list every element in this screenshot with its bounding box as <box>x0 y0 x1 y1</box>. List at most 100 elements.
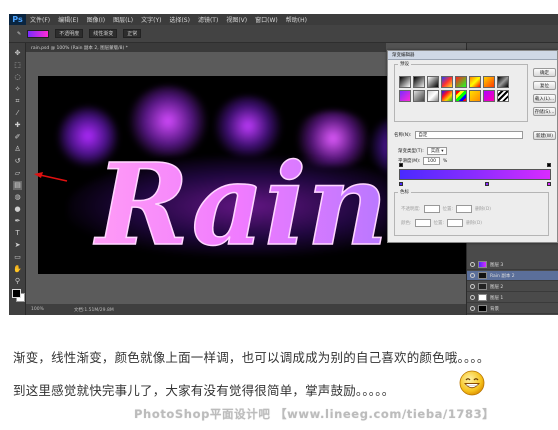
eye-icon[interactable] <box>470 284 475 289</box>
smoothness-field[interactable]: 100 <box>423 157 441 165</box>
smoothness-row: 平滑度(M): 100 % <box>398 157 447 165</box>
healing-tool-icon[interactable]: ✚ <box>13 121 22 130</box>
type-tool-icon[interactable]: T <box>13 229 22 238</box>
marquee-tool-icon[interactable]: ⬚ <box>13 61 22 70</box>
stop-location-label: 位置: <box>442 207 454 212</box>
preset-swatch[interactable] <box>427 90 439 102</box>
preset-swatch[interactable] <box>441 76 453 88</box>
preset-swatch[interactable] <box>455 76 467 88</box>
preset-swatch[interactable] <box>497 76 509 88</box>
foreground-color-swatch[interactable] <box>12 289 21 298</box>
preset-swatches <box>399 76 521 102</box>
stop-opacity-field[interactable] <box>423 205 440 213</box>
eye-icon[interactable] <box>470 262 475 267</box>
history-brush-tool-icon[interactable]: ↺ <box>13 157 22 166</box>
opacity-field[interactable]: 不透明度 <box>55 29 84 38</box>
color-stop-left[interactable] <box>399 182 403 186</box>
color-delete-button[interactable]: 删除(D) <box>466 220 482 226</box>
preset-swatch[interactable] <box>427 76 439 88</box>
save-button[interactable]: 存储(S)... <box>533 107 556 116</box>
preset-swatch[interactable] <box>413 90 425 102</box>
menu-file[interactable]: 文件(F) <box>26 15 54 24</box>
color-stop-right[interactable] <box>547 182 551 186</box>
menu-layer[interactable]: 图层(L) <box>109 15 137 24</box>
opacity-stop-left[interactable] <box>399 163 403 167</box>
stop-opacity-label: 不透明度: <box>401 207 421 212</box>
preset-swatch[interactable] <box>469 90 481 102</box>
blend-mode-select[interactable]: 正常 <box>123 29 142 38</box>
reset-button[interactable]: 复位 <box>533 81 556 90</box>
eraser-tool-icon[interactable]: ▱ <box>13 169 22 178</box>
brush-icon[interactable]: ✎ <box>17 31 21 37</box>
shape-tool-icon[interactable]: ▭ <box>13 253 22 262</box>
zoom-level[interactable]: 100% <box>31 307 44 312</box>
preset-swatch[interactable] <box>469 76 481 88</box>
opacity-stop-right[interactable] <box>547 163 551 167</box>
stop-location-field[interactable] <box>456 205 473 213</box>
preset-swatch[interactable] <box>441 90 453 102</box>
eye-icon[interactable] <box>470 295 475 300</box>
preset-swatch[interactable] <box>455 90 467 102</box>
gradient-type-row: 渐变类型(T): 实底 ▾ <box>398 147 448 155</box>
dialog-title: 渐变编辑器 <box>388 51 557 60</box>
move-tool-icon[interactable]: ✥ <box>13 49 22 58</box>
load-button[interactable]: 载入(L)... <box>533 94 556 103</box>
new-button[interactable]: 新建(W) <box>533 131 556 140</box>
pen-tool-icon[interactable]: ✒ <box>13 217 22 226</box>
layer-row[interactable]: Rain 副本 2 <box>467 271 558 281</box>
eyedropper-tool-icon[interactable]: ⁄ <box>13 109 22 118</box>
document-tab[interactable]: rain.psd @ 100% (Rain 副本 2, 图层蒙版/8) * <box>26 43 386 52</box>
preset-swatch[interactable] <box>483 76 495 88</box>
menu-view[interactable]: 视图(V) <box>222 15 251 24</box>
layer-thumbnail <box>478 294 487 301</box>
blur-tool-icon[interactable]: ◍ <box>13 193 22 202</box>
watermark: PhotoShop平面设计吧 【www.lineeg.com/tieba/178… <box>134 407 495 421</box>
gradient-tool-icon[interactable]: ▤ <box>13 181 22 190</box>
gradient-type-select[interactable]: 线性渐变 <box>89 29 118 38</box>
color-location-label: 位置: <box>433 221 445 226</box>
layer-row[interactable]: 背景 <box>467 304 558 314</box>
ok-button[interactable]: 确定 <box>533 68 556 77</box>
dodge-tool-icon[interactable]: ● <box>13 205 22 214</box>
brush-tool-icon[interactable]: ✐ <box>13 133 22 142</box>
preset-swatch[interactable] <box>399 76 411 88</box>
zoom-tool-icon[interactable]: ⚲ <box>13 277 22 286</box>
quick-select-tool-icon[interactable]: ✧ <box>13 85 22 94</box>
stop-color-field[interactable] <box>414 219 431 227</box>
menu-window[interactable]: 窗口(W) <box>251 15 282 24</box>
preset-swatch[interactable] <box>497 90 509 102</box>
grinning-smiley-icon <box>459 370 485 396</box>
name-field[interactable]: 自定 <box>415 131 524 139</box>
layer-thumbnail <box>478 283 487 290</box>
menu-filter[interactable]: 滤镜(T) <box>194 15 222 24</box>
layer-row[interactable]: 图层 2 <box>467 282 558 292</box>
color-location-field[interactable] <box>447 219 464 227</box>
preset-swatch[interactable] <box>399 90 411 102</box>
menu-help[interactable]: 帮助(H) <box>282 15 311 24</box>
gradient-swatch[interactable] <box>27 29 50 38</box>
stamp-tool-icon[interactable]: ♙ <box>13 145 22 154</box>
layer-name: 图层 3 <box>490 262 504 268</box>
preset-swatch[interactable] <box>413 76 425 88</box>
preset-swatch[interactable] <box>483 90 495 102</box>
menu-edit[interactable]: 编辑(E) <box>54 15 82 24</box>
layers-panel: 图层 3 Rain 副本 2 图层 2 图层 1 背景 <box>467 260 558 315</box>
stop-color-label: 颜色: <box>401 221 412 226</box>
path-select-tool-icon[interactable]: ➤ <box>13 241 22 250</box>
eye-icon[interactable] <box>470 306 475 311</box>
gradient-preview-bar[interactable] <box>399 169 551 180</box>
crop-tool-icon[interactable]: ⌗ <box>13 97 22 106</box>
stop-delete-button[interactable]: 删除(D) <box>475 206 491 212</box>
layer-thumbnail <box>478 261 487 268</box>
menu-image[interactable]: 图像(I) <box>83 15 109 24</box>
name-row: 名称(N): 自定 <box>394 131 524 139</box>
menu-type[interactable]: 文字(Y) <box>137 15 165 24</box>
gradient-type-select[interactable]: 实底 ▾ <box>426 147 448 155</box>
layer-row[interactable]: 图层 3 <box>467 260 558 270</box>
lasso-tool-icon[interactable]: ◌ <box>13 73 22 82</box>
hand-tool-icon[interactable]: ✋ <box>13 265 22 274</box>
eye-icon[interactable] <box>470 273 475 278</box>
menu-select[interactable]: 选择(S) <box>165 15 194 24</box>
layer-row[interactable]: 图层 1 <box>467 293 558 303</box>
color-stop-middle[interactable] <box>485 182 489 186</box>
